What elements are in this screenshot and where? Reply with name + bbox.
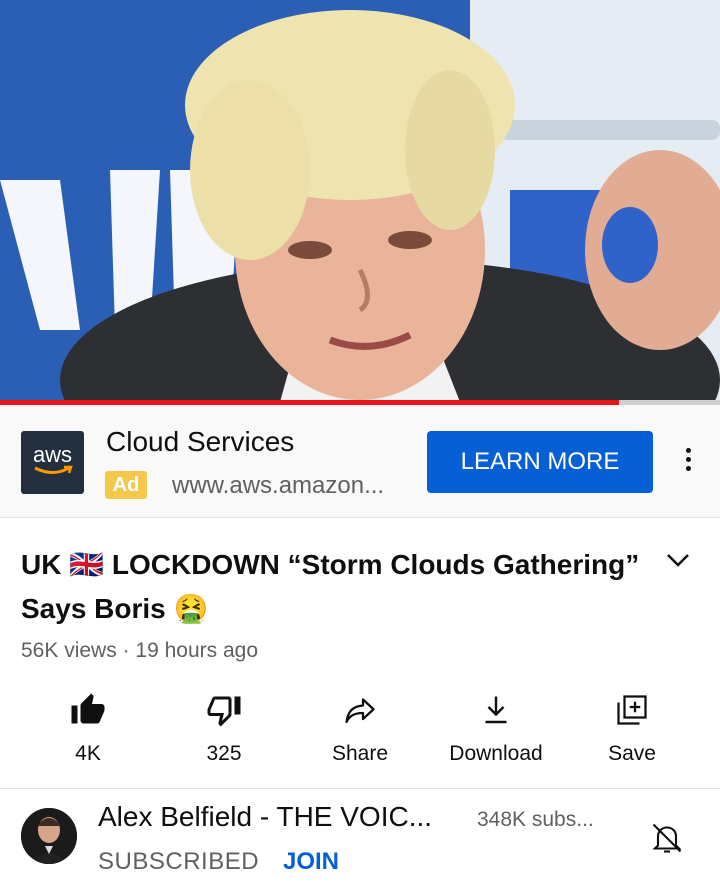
like-count: 4K	[75, 742, 101, 765]
save-label: Save	[608, 742, 656, 765]
ad-url[interactable]: www.aws.amazon...	[172, 472, 384, 500]
channel-name[interactable]: Alex Belfield - THE VOIC...	[98, 801, 432, 833]
meta-separator: ·	[122, 639, 130, 662]
dislike-button[interactable]: 325	[156, 684, 292, 784]
subscriber-count: 348K subs...	[477, 808, 594, 831]
aws-logo: aws	[21, 431, 84, 494]
download-label: Download	[449, 742, 543, 765]
download-button[interactable]: Download	[428, 684, 564, 784]
aws-smile-icon	[34, 465, 73, 474]
save-icon	[617, 695, 647, 725]
share-icon	[345, 698, 375, 724]
action-bar: 4K 325 Share Download Save	[0, 684, 720, 789]
upload-age: 19 hours ago	[135, 639, 259, 662]
notifications-off-icon[interactable]	[649, 820, 685, 856]
expand-icon[interactable]	[664, 550, 692, 570]
learn-more-button[interactable]: LEARN MORE	[427, 431, 653, 493]
join-button[interactable]: JOIN	[283, 848, 339, 876]
save-button[interactable]: Save	[564, 684, 700, 784]
view-count: 56K views	[21, 639, 117, 662]
share-label: Share	[331, 742, 389, 765]
video-title[interactable]: UK 🇬🇧 LOCKDOWN “Storm Clouds Gathering” …	[21, 543, 641, 631]
uk-flag-emoji: 🇬🇧	[69, 549, 105, 580]
video-meta: 56K views · 19 hours ago	[21, 639, 258, 663]
like-icon	[71, 693, 105, 724]
video-title-part2: LOCKDOWN “Storm Clouds Gathering” Says B…	[21, 549, 640, 624]
share-button[interactable]: Share	[292, 684, 428, 784]
more-options-icon[interactable]	[678, 448, 698, 478]
dislike-icon	[207, 696, 241, 727]
subscribed-button[interactable]: SUBSCRIBED	[98, 848, 259, 876]
video-player[interactable]	[0, 0, 720, 402]
like-button[interactable]: 4K	[20, 684, 156, 784]
ad-title[interactable]: Cloud Services	[106, 426, 294, 458]
dislike-count: 325	[206, 742, 242, 765]
video-frame	[0, 0, 720, 402]
vomit-emoji: 🤮	[173, 593, 209, 624]
channel-avatar[interactable]	[21, 808, 77, 864]
ad-badge: Ad	[105, 471, 147, 499]
avatar-image	[21, 808, 77, 864]
video-title-part1: UK	[21, 549, 70, 580]
download-icon	[485, 696, 507, 724]
